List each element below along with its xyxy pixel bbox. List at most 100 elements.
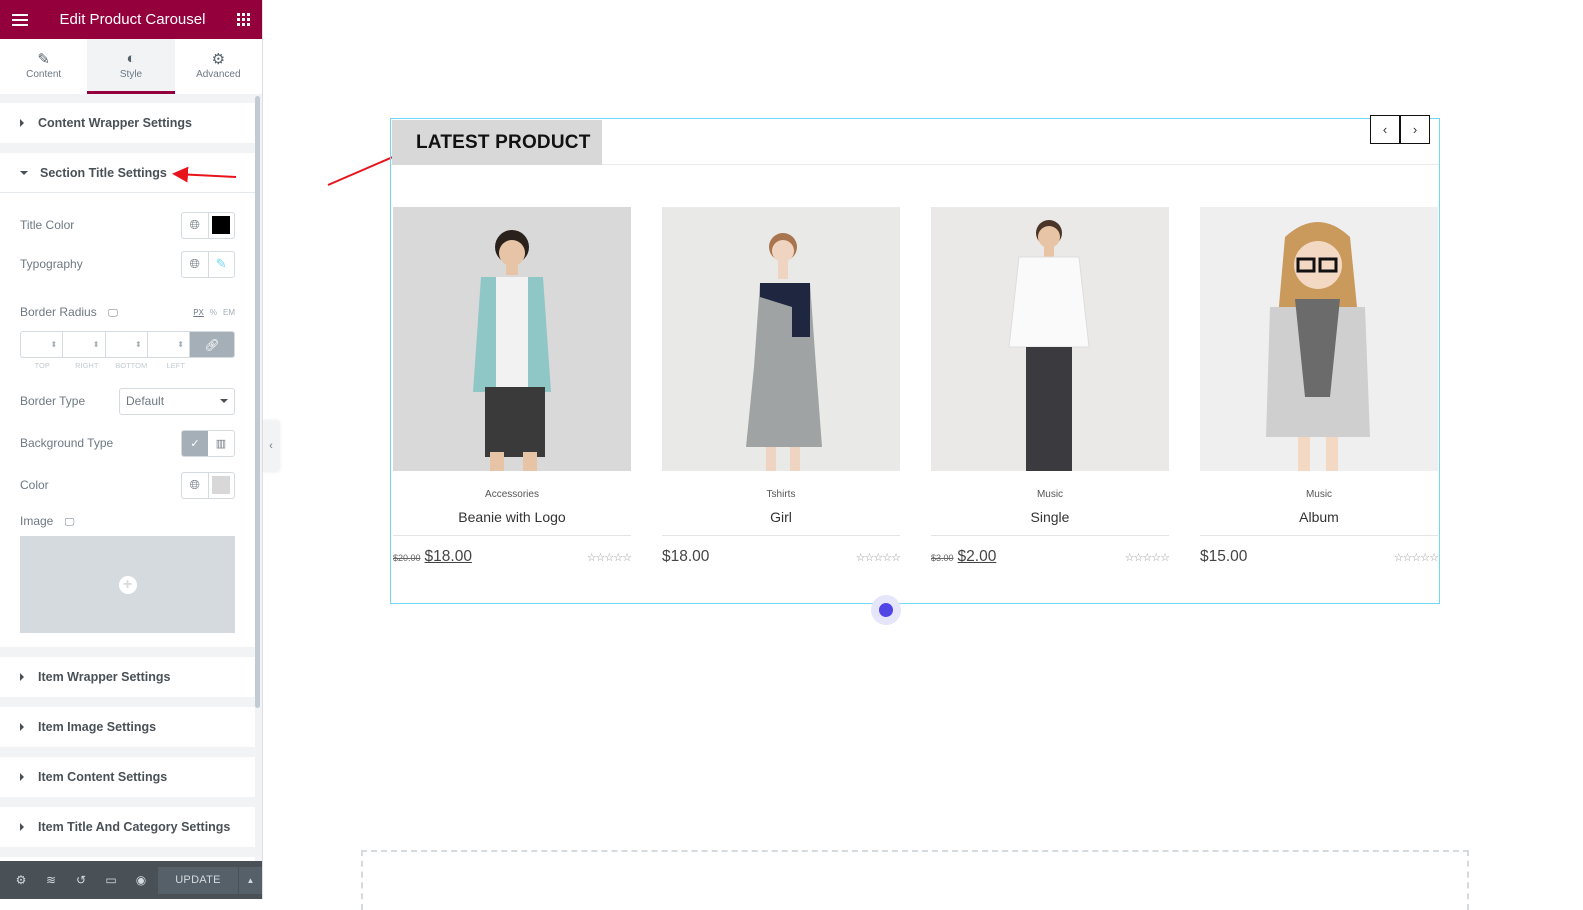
section-item-title-category-settings[interactable]: Item Title And Category Settings [0, 807, 255, 847]
product-image[interactable] [1200, 207, 1438, 471]
product-category[interactable]: Music [931, 489, 1169, 500]
title-color-swatch[interactable] [207, 212, 235, 238]
product-category[interactable]: Music [1200, 489, 1438, 500]
section-item-wrapper-settings[interactable]: Item Wrapper Settings [0, 657, 255, 697]
carousel-pagination-dot[interactable] [871, 595, 901, 625]
product-photo-girl [1266, 222, 1370, 471]
history-icon[interactable]: ↺ [66, 873, 96, 887]
gradient-icon[interactable]: ▥ [208, 431, 234, 456]
section-content-wrapper-settings[interactable]: Content Wrapper Settings [0, 103, 255, 143]
update-button[interactable]: UPDATE [158, 866, 238, 894]
border-radius-inputs: ⬍ ⬍ ⬍ ⬍ 🔗︎ [20, 331, 235, 358]
background-color-swatch[interactable] [207, 472, 235, 498]
border-radius-side-labels: TOP RIGHT BOTTOM LEFT [34, 361, 185, 370]
product-carousel-widget[interactable]: LATEST PRODUCT ‹ › Accessories Beanie wi… [390, 115, 1440, 604]
tab-content[interactable]: ✎ Content [0, 39, 87, 94]
product-price: $15.00 [1200, 548, 1247, 566]
radius-bottom-input[interactable]: ⬍ [106, 332, 148, 357]
add-image-icon[interactable]: + [118, 575, 137, 594]
product-card: Music Single $3.00 $2.00 ☆☆☆☆☆ [931, 207, 1170, 566]
chevron-left-icon: ‹ [269, 440, 273, 452]
responsive-mode-icon[interactable]: ▭ [96, 873, 126, 887]
product-divider [1200, 535, 1438, 536]
tab-style[interactable]: ◐ Style [87, 39, 175, 94]
section-item-image-settings[interactable]: Item Image Settings [0, 707, 255, 747]
panel-scrollbar[interactable] [255, 96, 260, 708]
product-card: Music Album $15.00 ☆☆☆☆☆ [1200, 207, 1439, 566]
unit-em[interactable]: EM [223, 308, 235, 317]
image-label: Image 🖵 [20, 514, 75, 528]
color-control: Color 🌐︎ [0, 460, 255, 502]
brush-classic-icon[interactable]: ✓ [182, 430, 208, 456]
chevron-right-icon: › [1412, 122, 1418, 137]
carousel-prev-button[interactable]: ‹ [1370, 115, 1400, 144]
widgets-grid-icon[interactable] [237, 13, 250, 26]
regular-price: $15.00 [1200, 548, 1248, 565]
globe-icon[interactable]: 🌐︎ [182, 213, 208, 238]
product-image[interactable] [662, 207, 900, 471]
border-type-select[interactable]: Default [119, 387, 235, 415]
settings-gear-icon[interactable]: ⚙ [6, 873, 36, 887]
title-color-label: Title Color [20, 218, 75, 232]
product-price-row: $15.00 ☆☆☆☆☆ [1200, 548, 1439, 566]
radius-top-input[interactable]: ⬍ [21, 332, 64, 357]
product-name[interactable]: Beanie with Logo [393, 509, 631, 525]
product-name[interactable]: Album [1200, 509, 1438, 525]
globe-icon[interactable]: 🌐︎ [182, 473, 208, 498]
tab-advanced[interactable]: ⚙ Advanced [175, 39, 262, 94]
globe-icon[interactable]: 🌐︎ [182, 252, 208, 277]
edit-pencil-icon[interactable]: ✎ [207, 251, 235, 277]
caret-right-icon [20, 823, 24, 831]
product-category[interactable]: Accessories [393, 489, 631, 500]
caret-right-icon [20, 723, 24, 731]
product-image[interactable] [393, 207, 631, 471]
section-title-settings-panel: Section Title Settings Title Color 🌐︎ Ty… [0, 153, 255, 647]
title-color-picker[interactable]: 🌐︎ [181, 211, 235, 239]
product-photo-man-white-shirt [1008, 220, 1090, 471]
sale-price: $2.00 [957, 548, 997, 565]
caret-right-icon [20, 773, 24, 781]
collapse-panel-button[interactable]: ‹ [263, 420, 279, 472]
unit-percent[interactable]: % [210, 308, 217, 317]
radius-left-input[interactable]: ⬍ [148, 332, 190, 357]
image-chooser[interactable]: + [20, 536, 235, 633]
product-image[interactable] [931, 207, 1169, 471]
panel-tabs: ✎ Content ◐ Style ⚙ Advanced [0, 39, 262, 94]
caret-right-icon [20, 673, 24, 681]
border-radius-label: Border Radius 🖵 [20, 305, 118, 319]
link-values-icon[interactable]: 🔗︎ [190, 332, 234, 357]
product-name[interactable]: Single [931, 509, 1169, 525]
color-label: Color [20, 478, 49, 492]
desktop-icon[interactable]: 🖵 [108, 308, 118, 319]
title-color-control: Title Color 🌐︎ [0, 193, 255, 251]
typography-label: Typography [20, 257, 83, 271]
product-category[interactable]: Tshirts [662, 489, 900, 500]
section-title-settings[interactable]: Section Title Settings [0, 153, 255, 193]
unit-px[interactable]: PX [193, 308, 204, 317]
section-title: LATEST PRODUCT [416, 132, 591, 153]
desktop-icon[interactable]: 🖵 [65, 517, 75, 528]
product-name[interactable]: Girl [662, 509, 900, 525]
layers-icon[interactable]: ≋ [36, 873, 66, 887]
old-price: $20.00 [393, 553, 421, 563]
chevron-left-icon: ‹ [1382, 122, 1388, 137]
product-price-row: $3.00 $2.00 ☆☆☆☆☆ [931, 548, 1170, 566]
carousel-next-button[interactable]: › [1400, 115, 1430, 144]
hamburger-menu-icon[interactable] [12, 13, 28, 26]
radius-right-input[interactable]: ⬍ [63, 332, 106, 357]
background-type-control: Background Type ✓ ▥ [0, 418, 255, 460]
typography-picker[interactable]: 🌐︎ ✎ [181, 250, 235, 278]
product-divider [931, 535, 1169, 536]
image-control: Image 🖵 [0, 502, 255, 536]
update-options-caret-icon[interactable]: ▲ [238, 866, 262, 894]
section-item-content-settings[interactable]: Item Content Settings [0, 757, 255, 797]
star-rating-icon: ☆☆☆☆☆ [586, 551, 632, 564]
product-photo-man [473, 230, 551, 471]
add-section-dropzone[interactable] [361, 850, 1469, 910]
product-card: Tshirts Girl $18.00 ☆☆☆☆☆ [662, 207, 901, 566]
background-color-picker[interactable]: 🌐︎ [181, 471, 235, 499]
typography-control: Typography 🌐︎ ✎ [0, 250, 255, 278]
dropdown-caret-icon [220, 399, 228, 403]
preview-eye-icon[interactable]: ◉ [126, 873, 156, 887]
section-title-bar: LATEST PRODUCT [391, 119, 1439, 165]
